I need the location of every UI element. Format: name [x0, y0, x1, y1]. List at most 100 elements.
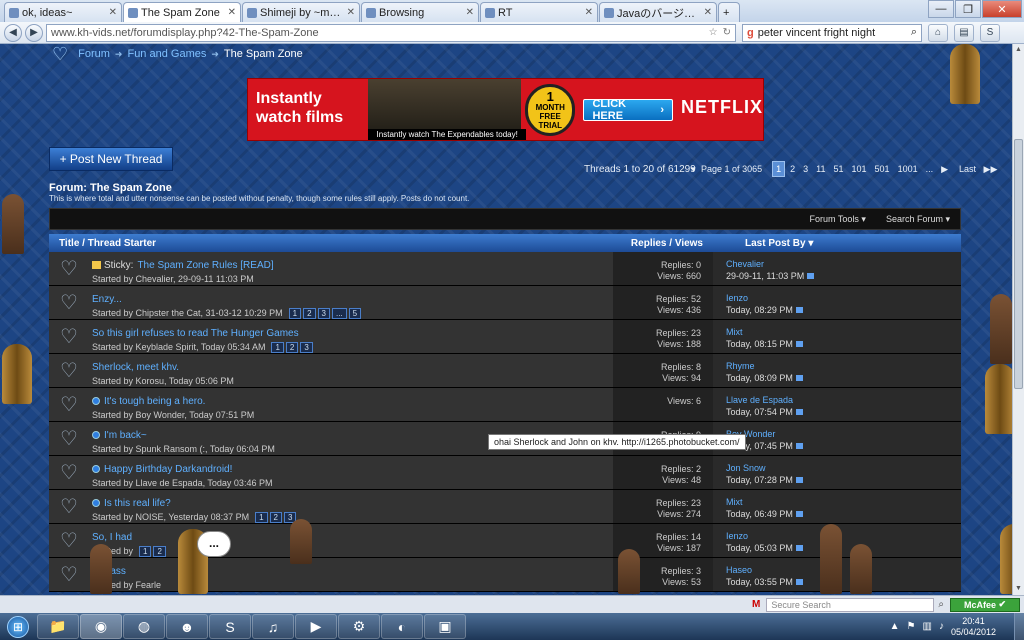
volume-icon[interactable]: ♪	[939, 621, 944, 632]
new-post-icon[interactable]	[92, 465, 100, 473]
col-last-post[interactable]: Last Post By ▾	[739, 238, 813, 249]
minimize-icon[interactable]: —	[928, 0, 954, 18]
forward-icon[interactable]: ▶	[25, 23, 43, 42]
last-post-user-link[interactable]: Haseo	[726, 564, 961, 576]
thread-row[interactable]: ♡ Sherlock, meet khv. Started by Korosu, T…	[49, 354, 961, 388]
close-tab-icon[interactable]: ✕	[704, 7, 712, 18]
thread-row[interactable]: ♡ Sticky: The Spam Zone Rules [READ] Starte…	[49, 252, 961, 286]
page-link[interactable]: 2	[787, 161, 798, 177]
go-to-last-post-icon[interactable]	[795, 307, 803, 313]
thread-title-link[interactable]: So, I had	[92, 532, 132, 543]
breadcrumb-link-forum[interactable]: Forum	[78, 48, 110, 60]
siteadvisor-icon[interactable]: M	[752, 599, 760, 610]
clock[interactable]: 20:41 05/04/2012	[951, 616, 996, 638]
thread-page-link[interactable]: 5	[348, 307, 362, 319]
network-icon[interactable]: ▥	[923, 621, 932, 632]
address-bar[interactable]: www.kh-vids.net/forumdisplay.php?42-The-…	[46, 23, 736, 42]
last-post-user-link[interactable]: Jon Snow	[726, 462, 961, 474]
new-post-icon[interactable]	[92, 499, 100, 507]
next-page-icon[interactable]: ▶	[938, 161, 951, 177]
thread-title-link[interactable]: So this girl refuses to read The Hunger …	[92, 328, 299, 339]
new-tab-button[interactable]: +	[718, 2, 740, 22]
page-link[interactable]: 51	[830, 161, 846, 177]
go-to-last-post-icon[interactable]	[795, 375, 803, 381]
home-icon[interactable]: ⌂	[928, 23, 948, 42]
thread-row[interactable]: ♡ So this girl refuses to read The Hunger…	[49, 320, 961, 354]
thread-title-link[interactable]: It's tough being a hero.	[104, 396, 205, 407]
ad-click-here-button[interactable]: CLICK HERE ›	[583, 98, 673, 122]
itunes-taskbar-icon[interactable]: ♫	[252, 614, 294, 639]
back-icon[interactable]: ◀	[4, 23, 22, 42]
vertical-scrollbar[interactable]: ▲ ▼	[1012, 44, 1024, 595]
go-to-last-post-icon[interactable]	[795, 579, 803, 585]
globe-taskbar-icon[interactable]: ◍	[123, 614, 165, 639]
thread-page-link[interactable]: 1	[271, 341, 284, 353]
page-link[interactable]: 3	[800, 161, 811, 177]
thread-title-link[interactable]: I'm back~	[104, 430, 147, 441]
thread-page-link[interactable]: 2	[269, 511, 282, 523]
page-link[interactable]: 1	[772, 161, 786, 177]
last-page-link[interactable]: Last ▶▶	[953, 161, 1000, 177]
skype-taskbar-icon[interactable]: S	[209, 614, 251, 639]
close-window-icon[interactable]: ✕	[982, 0, 1022, 18]
scroll-down-icon[interactable]: ▼	[1013, 583, 1024, 595]
col-replies-views[interactable]: Replies / Views	[549, 238, 739, 249]
thread-page-link[interactable]: 1	[255, 511, 268, 523]
thread-page-link[interactable]: 2	[285, 341, 299, 353]
go-to-last-post-icon[interactable]	[795, 341, 803, 347]
thread-title-link[interactable]: Enzy...	[92, 294, 122, 305]
page-link[interactable]: 1001	[895, 161, 921, 177]
close-tab-icon[interactable]: ✕	[585, 7, 593, 18]
browser-tab[interactable]: RT ✕	[480, 2, 598, 22]
app-taskbar-icon[interactable]: ◐	[381, 614, 423, 639]
browser-tab[interactable]: Shimeji by ~masyankaya✕	[242, 2, 360, 22]
search-icon[interactable]: ⌕	[911, 26, 917, 39]
thread-page-link[interactable]: 3	[300, 341, 313, 353]
mcafee-badge[interactable]: McAfee ✔	[950, 597, 1020, 612]
last-post-user-link[interactable]: Rhyme	[726, 360, 961, 372]
browser-search-input[interactable]: g peter vincent fright night ⌕	[742, 23, 922, 42]
flag-icon[interactable]: ⚑	[907, 621, 916, 632]
media-taskbar-icon[interactable]: ▶	[295, 614, 337, 639]
search-icon[interactable]: ⌕	[938, 599, 944, 610]
go-to-last-post-icon[interactable]	[795, 511, 803, 517]
heart-logo-icon[interactable]: ♡	[52, 45, 68, 63]
thread-title-link[interactable]: Is this real life?	[104, 498, 171, 509]
search-forum-menu[interactable]: Search Forum ▾	[876, 214, 950, 225]
post-new-thread-button[interactable]: + Post New Thread	[49, 147, 173, 171]
start-button[interactable]: ⊞	[0, 613, 36, 640]
go-to-last-post-icon[interactable]	[795, 545, 803, 551]
thread-row[interactable]: ♡ Happy Birthday Darkandroid! Started by L…	[49, 456, 961, 490]
go-to-last-post-icon[interactable]	[807, 273, 815, 279]
maximize-icon[interactable]: ❐	[955, 0, 981, 18]
close-tab-icon[interactable]: ✕	[347, 7, 355, 18]
thread-page-link[interactable]: 1	[288, 307, 302, 319]
scroll-up-icon[interactable]: ▲	[1013, 44, 1024, 56]
col-title[interactable]: Title / Thread Starter	[49, 238, 549, 249]
thread-row[interactable]: ♡ Is this real life? Started by NOISE, Yes…	[49, 490, 961, 524]
go-to-last-post-icon[interactable]	[795, 409, 803, 415]
page-dropdown[interactable]: ▾ Page 1 of 3065	[688, 161, 770, 177]
new-post-icon[interactable]	[92, 397, 100, 405]
thread-page-link[interactable]: 2	[153, 545, 166, 557]
page-link[interactable]: 101	[849, 161, 870, 177]
last-post-user-link[interactable]: Mixt	[726, 326, 961, 338]
window-taskbar-icon[interactable]: ▣	[424, 614, 466, 639]
scroll-thumb[interactable]	[1014, 139, 1023, 389]
bookmark-star-icon[interactable]: ☆	[709, 27, 718, 38]
browser-tab[interactable]: Javaのバージョンの確認✕	[599, 2, 717, 22]
last-post-user-link[interactable]: Ienzo	[726, 530, 961, 542]
page-link[interactable]: 11	[813, 161, 828, 177]
browser-tab[interactable]: ok, ideas~ ✕	[4, 2, 122, 22]
explorer-taskbar-icon[interactable]: 📁	[37, 614, 79, 639]
close-tab-icon[interactable]: ✕	[466, 7, 474, 18]
new-post-icon[interactable]	[92, 431, 100, 439]
browser-tab-active[interactable]: The Spam Zone ✕	[123, 2, 241, 22]
thread-page-link[interactable]: 2	[303, 307, 316, 319]
thread-page-link[interactable]: ...	[331, 307, 347, 319]
steam-taskbar-icon[interactable]: ⚙	[338, 614, 380, 639]
thread-page-link[interactable]: 3	[317, 307, 330, 319]
toolbar-menu-icon[interactable]: ▤	[954, 23, 974, 42]
show-desktop-button[interactable]	[1014, 613, 1024, 640]
breadcrumb-link-fun-and-games[interactable]: Fun and Games	[127, 48, 206, 60]
